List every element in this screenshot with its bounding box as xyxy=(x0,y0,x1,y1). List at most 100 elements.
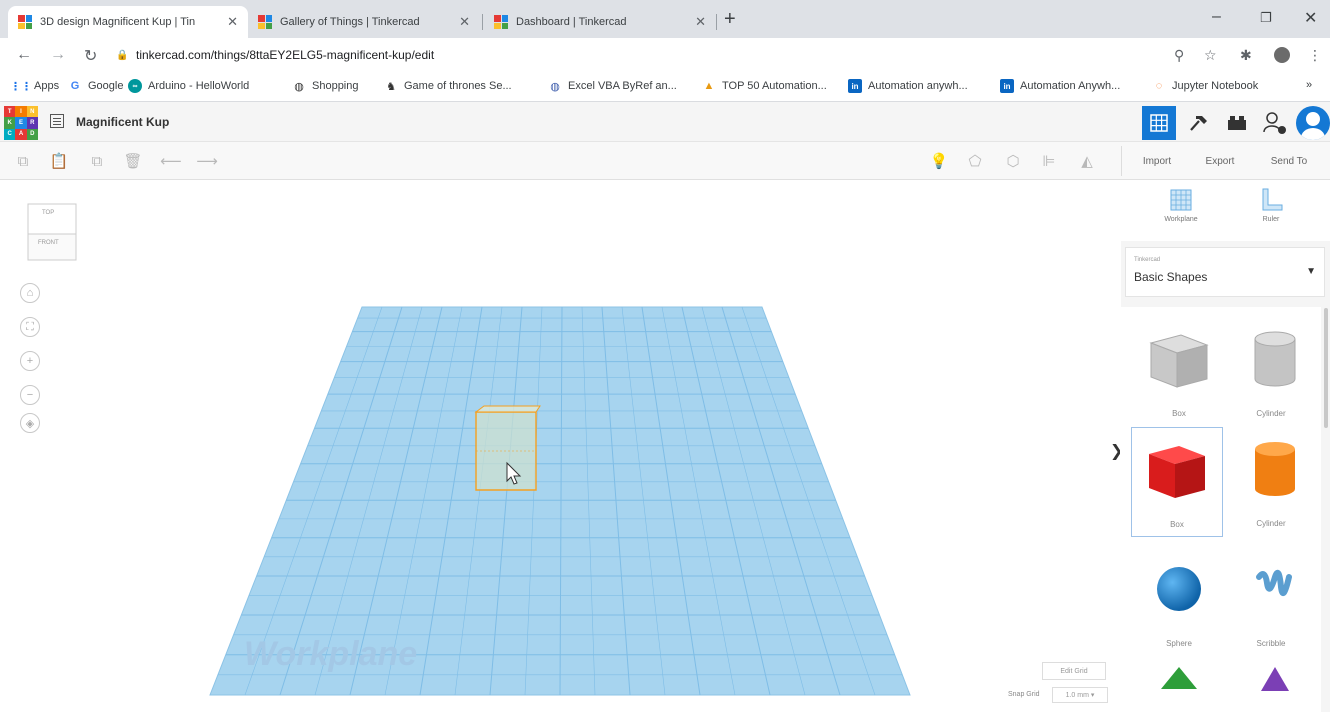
tab-separator xyxy=(482,14,483,30)
zoom-icon[interactable]: ⚲ xyxy=(1174,47,1184,64)
shape-cylinder-gray[interactable]: Cylinder xyxy=(1225,317,1317,427)
shape-list: Box Cylinder Box Cylinder Sphere Scribbl… xyxy=(1121,307,1321,712)
fit-view-icon[interactable]: ⛶ xyxy=(20,317,40,337)
tab-title: Dashboard | Tinkercad xyxy=(516,16,627,28)
close-icon[interactable]: ✕ xyxy=(227,14,238,30)
window-close-icon[interactable]: ✕ xyxy=(1304,8,1317,28)
globe-icon: ◍ xyxy=(550,80,560,93)
home-view-icon[interactable]: ⌂ xyxy=(20,283,40,303)
delete-icon[interactable]: 🗑 xyxy=(123,152,142,170)
workplane-icon xyxy=(1170,189,1192,211)
workplane-canvas[interactable]: TOP FRONT ⌂ ⛶ + − ◈ Workplane Edit Grid … xyxy=(0,181,1120,712)
ruler-tool[interactable]: Ruler xyxy=(1241,187,1301,223)
export-button[interactable]: Export xyxy=(1190,150,1250,172)
browser-tab-dashboard[interactable]: Dashboard | Tinkercad ✕ xyxy=(484,6,716,38)
forward-icon[interactable]: → xyxy=(50,46,66,64)
ungroup-icon[interactable]: ⬡ xyxy=(1004,152,1022,170)
copy-icon[interactable]: ⧉ xyxy=(14,152,32,170)
bookmark-jupyter[interactable]: ◌ Jupyter Notebook xyxy=(1152,79,1259,93)
bookmark-got[interactable]: ♞ Game of thrones Se... xyxy=(384,79,512,93)
zoom-out-icon[interactable]: − xyxy=(20,385,40,405)
shape-sphere[interactable]: Sphere xyxy=(1133,547,1225,657)
hammer-icon xyxy=(1190,116,1207,131)
google-icon: G xyxy=(70,80,80,92)
library-category: Tinkercad xyxy=(1134,257,1161,263)
address-bar-row: ← → ↻ 🔒 tinkercad.com/things/8ttaEY2ELG5… xyxy=(0,38,1330,72)
bookmark-google[interactable]: G Google xyxy=(68,79,124,93)
browser-tab-strip: 3D design Magnificent Kup | Tin ✕ Galler… xyxy=(0,0,1330,38)
back-icon[interactable]: ← xyxy=(16,46,32,64)
lightbulb-icon[interactable]: 💡 xyxy=(930,152,949,170)
paste-icon[interactable]: 📋 xyxy=(50,152,69,170)
shape-roof[interactable] xyxy=(1133,659,1225,712)
view-cube[interactable]: TOP FRONT xyxy=(24,200,80,262)
ortho-view-icon[interactable]: ◈ xyxy=(20,413,40,433)
undo-icon[interactable]: ⟵ xyxy=(160,152,182,170)
shape-pyramid[interactable] xyxy=(1225,659,1317,712)
snap-grid-select[interactable]: 1.0 mm ▾ xyxy=(1052,687,1108,703)
tinkercad-logo[interactable]: TIN KER CAD xyxy=(4,106,38,140)
reload-icon[interactable]: ↻ xyxy=(84,46,97,66)
red-box-icon xyxy=(1149,446,1205,498)
duplicate-icon[interactable]: ⧉ xyxy=(88,152,106,170)
user-avatar[interactable] xyxy=(1296,106,1330,140)
bookmark-shopping[interactable]: ◍ Shopping xyxy=(292,79,358,93)
tinkercad-favicon xyxy=(18,15,32,29)
kebab-menu-icon[interactable]: ⋮ xyxy=(1308,47,1322,64)
profile-icon[interactable] xyxy=(1274,47,1290,63)
blocks-button[interactable] xyxy=(1182,106,1216,140)
design-title[interactable]: Magnificent Kup xyxy=(76,115,169,129)
tab-title: 3D design Magnificent Kup | Tin xyxy=(40,16,196,28)
url-field[interactable]: 🔒 tinkercad.com/things/8ttaEY2ELG5-magni… xyxy=(116,42,1166,68)
caret-down-icon: ▼ xyxy=(1306,266,1316,277)
shape-box-gray[interactable]: Box xyxy=(1133,317,1225,427)
shape-scribble[interactable]: Scribble xyxy=(1225,547,1317,657)
bookmark-arduino[interactable]: ∞ Arduino - HelloWorld xyxy=(128,79,249,93)
add-user-button[interactable] xyxy=(1258,106,1292,140)
workplane-grid xyxy=(209,306,911,696)
zoom-in-icon[interactable]: + xyxy=(20,351,40,371)
redo-icon[interactable]: ⟶ xyxy=(196,152,218,170)
bricks-button[interactable] xyxy=(1220,106,1254,140)
linkedin-icon: in xyxy=(1000,79,1014,93)
star-icon[interactable]: ☆ xyxy=(1204,47,1217,64)
arduino-icon: ∞ xyxy=(128,79,142,93)
tab-separator xyxy=(716,14,717,30)
bookmark-apps[interactable]: ⋮⋮ Apps xyxy=(10,79,59,93)
workplane-tool[interactable]: Workplane xyxy=(1151,187,1211,223)
collapse-panel-icon[interactable]: ❯ xyxy=(1110,441,1120,461)
mirror-icon[interactable]: ◭ xyxy=(1078,152,1096,170)
shape-box-red[interactable]: Box xyxy=(1131,427,1223,537)
browser-tab-gallery[interactable]: Gallery of Things | Tinkercad ✕ xyxy=(248,6,480,38)
browser-tab-design[interactable]: 3D design Magnificent Kup | Tin ✕ xyxy=(8,6,248,38)
restore-icon[interactable]: ❐ xyxy=(1260,10,1272,26)
extensions-icon[interactable]: ✱ xyxy=(1240,47,1252,64)
more-bookmarks-icon[interactable]: » xyxy=(1306,79,1312,91)
bookmark-aa-2[interactable]: in Automation Anywh... xyxy=(1000,79,1120,93)
bookmark-excel-vba[interactable]: ◍ Excel VBA ByRef an... xyxy=(548,79,677,93)
minimize-icon[interactable]: – xyxy=(1212,8,1221,26)
panel-scrollbar[interactable] xyxy=(1324,308,1328,428)
shape-library-select[interactable]: Tinkercad Basic Shapes ▼ xyxy=(1125,247,1325,297)
tab-title: Gallery of Things | Tinkercad xyxy=(280,16,420,28)
close-icon[interactable]: ✕ xyxy=(459,14,470,30)
bookmark-top50[interactable]: ▲ TOP 50 Automation... xyxy=(702,79,827,93)
align-icon[interactable]: ⊫ xyxy=(1040,152,1058,170)
workplane-label: Workplane xyxy=(244,635,418,673)
bookmarks-bar: ⋮⋮ Apps G Google ∞ Arduino - HelloWorld ◍ Sh… xyxy=(0,72,1330,102)
send-to-button[interactable]: Send To xyxy=(1256,150,1322,172)
brick-icon xyxy=(1228,116,1246,130)
import-button[interactable]: Import xyxy=(1128,150,1186,172)
green-roof-icon xyxy=(1161,667,1197,689)
shape-cylinder-orange[interactable]: Cylinder xyxy=(1225,427,1317,537)
group-icon[interactable]: ⬠ xyxy=(966,152,984,170)
close-icon[interactable]: ✕ xyxy=(695,14,706,30)
gray-box-icon xyxy=(1149,334,1209,388)
bookmark-aa-1[interactable]: in Automation anywh... xyxy=(848,79,968,93)
edit-toolbar: ⧉ 📋 ⧉ 🗑 ⟵ ⟶ 💡 ⬠ ⬡ ⊫ ◭ Import Export Send… xyxy=(0,142,1330,180)
ruler-icon xyxy=(1262,188,1283,211)
design-menu-icon[interactable] xyxy=(50,114,64,128)
edit-grid-button[interactable]: Edit Grid xyxy=(1042,662,1106,680)
3d-view-button[interactable] xyxy=(1142,106,1176,140)
new-tab-icon[interactable]: + xyxy=(724,8,736,31)
